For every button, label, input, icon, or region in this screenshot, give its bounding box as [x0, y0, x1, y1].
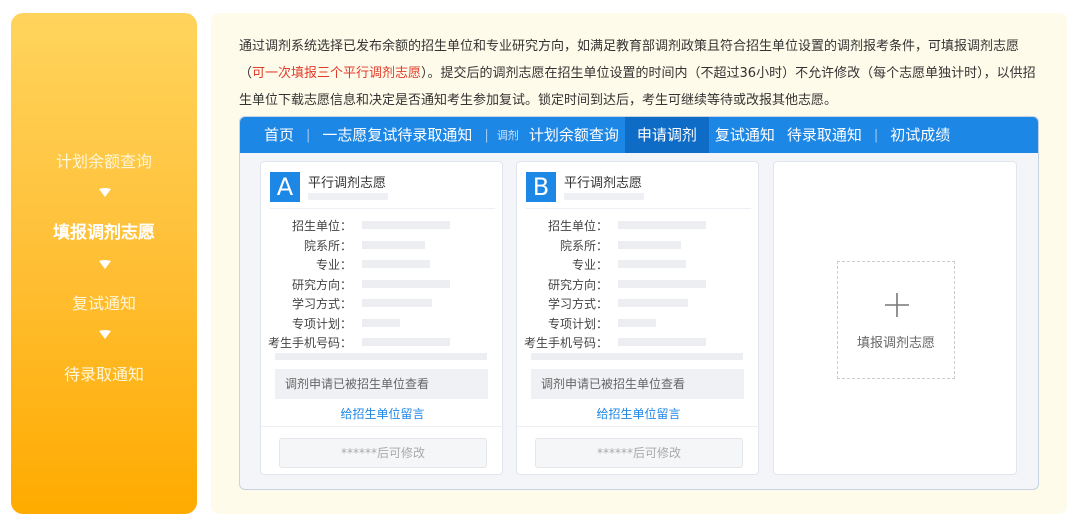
- field-row: 招生单位：: [517, 217, 760, 233]
- divider: [270, 208, 495, 209]
- placeholder-bar: [564, 193, 644, 200]
- field-row: 考生手机号码：: [261, 334, 504, 350]
- field-label: 学习方式：: [547, 297, 608, 311]
- leave-message-link[interactable]: 给招生单位留言: [517, 405, 760, 422]
- field-label: 专业：: [571, 258, 608, 272]
- field-row: 考生手机号码：: [517, 334, 760, 350]
- divider: [526, 208, 751, 209]
- step-retest-notice: 复试通知: [71, 294, 136, 313]
- step-plan-query: 计划余额查询: [55, 152, 152, 171]
- chevron-down-icon: [99, 260, 111, 270]
- viewed-notice: 调剂申请已被招生单位查看: [275, 369, 488, 399]
- nav-separator: |: [873, 127, 879, 143]
- app-window: 首页 | 一志愿复试待录取通知 | 调剂 计划余额查询 申请调剂 复试通知 待录…: [239, 116, 1039, 490]
- field-row: 院系所：: [261, 237, 504, 253]
- card-letter: A: [270, 172, 300, 202]
- nav-apply[interactable]: 申请调剂: [624, 117, 709, 153]
- field-label: 学习方式：: [291, 297, 352, 311]
- chevron-down-icon: [99, 330, 111, 340]
- field-label: 院系所：: [303, 239, 352, 253]
- divider: [517, 426, 760, 427]
- field-row: 专业：: [517, 256, 760, 272]
- placeholder-bar: [618, 221, 706, 229]
- field-row: 专项计划：: [261, 315, 504, 331]
- field-label: 专项计划：: [291, 317, 352, 331]
- nav-tiny-label: 调剂: [496, 129, 519, 142]
- field-row: 招生单位：: [261, 217, 504, 233]
- intro-highlight: 可一次填报三个平行调剂志愿: [252, 66, 422, 81]
- field-row: 研究方向：: [517, 276, 760, 292]
- add-volunteer-button[interactable]: 填报调剂志愿: [837, 261, 955, 379]
- add-volunteer-card: 填报调剂志愿: [773, 161, 1017, 475]
- field-label: 招生单位：: [547, 219, 608, 233]
- placeholder-bar: [618, 338, 706, 346]
- card-title: 平行调剂志愿: [308, 176, 387, 191]
- field-label: 考生手机号码：: [267, 336, 352, 350]
- nav-first-choice[interactable]: 一志愿复试待录取通知: [316, 117, 478, 153]
- placeholder-bar: [362, 338, 450, 346]
- add-volunteer-label: 填报调剂志愿: [856, 336, 935, 351]
- placeholder-bar: [362, 221, 450, 229]
- leave-message-link[interactable]: 给招生单位留言: [261, 405, 504, 422]
- nav-retest[interactable]: 复试通知: [709, 117, 781, 153]
- field-label: 研究方向：: [291, 278, 352, 292]
- divider: [261, 426, 504, 427]
- modify-button[interactable]: ******后可修改: [279, 438, 487, 468]
- modify-button[interactable]: ******后可修改: [535, 438, 743, 468]
- intro-text: 通过调剂系统选择已发布余额的招生单位和专业研究方向，如满足教育部调剂政策且符合招…: [239, 33, 1045, 114]
- placeholder-bar: [618, 241, 681, 249]
- field-label: 专业：: [315, 258, 352, 272]
- card-letter: B: [526, 172, 556, 202]
- field-row: 院系所：: [517, 237, 760, 253]
- nav-separator: |: [306, 127, 311, 143]
- field-label: 专项计划：: [547, 317, 608, 331]
- placeholder-bar: [362, 241, 425, 249]
- placeholder-bar: [618, 280, 706, 288]
- placeholder-bar: [362, 280, 450, 288]
- viewed-notice: 调剂申请已被招生单位查看: [531, 369, 744, 399]
- nav-home[interactable]: 首页: [258, 117, 300, 153]
- placeholder-bar: [618, 299, 688, 307]
- placeholder-bar: [362, 299, 432, 307]
- placeholder-bar: [275, 353, 487, 360]
- step-fill-adjustment: 填报调剂志愿: [53, 223, 155, 243]
- field-row: 研究方向：: [261, 276, 504, 292]
- field-label: 研究方向：: [547, 278, 608, 292]
- volunteer-card-b: B 平行调剂志愿 招生单位： 院系所： 专业： 研究方向： 学习方式： 专项计划…: [516, 161, 760, 475]
- field-row: 学习方式：: [517, 295, 760, 311]
- placeholder-bar: [618, 260, 686, 268]
- field-label: 院系所：: [559, 239, 608, 253]
- nav-scores[interactable]: 初试成绩: [884, 117, 956, 153]
- top-nav: 首页 | 一志愿复试待录取通知 | 调剂 计划余额查询 申请调剂 复试通知 待录…: [240, 117, 1038, 153]
- nav-separator: |: [484, 127, 489, 143]
- placeholder-bar: [308, 193, 388, 200]
- placeholder-bar: [362, 319, 400, 327]
- plus-icon: [884, 292, 910, 318]
- chevron-down-icon: [99, 188, 111, 198]
- field-row: 专项计划：: [517, 315, 760, 331]
- placeholder-bar: [531, 353, 743, 360]
- nav-admission[interactable]: 待录取通知: [781, 117, 868, 153]
- field-label: 考生手机号码：: [523, 336, 608, 350]
- field-label: 招生单位：: [291, 219, 352, 233]
- placeholder-bar: [618, 319, 656, 327]
- volunteer-card-a: A 平行调剂志愿 招生单位： 院系所： 专业： 研究方向： 学习方式： 专项计划…: [260, 161, 504, 475]
- field-row: 学习方式：: [261, 295, 504, 311]
- card-title: 平行调剂志愿: [564, 176, 643, 191]
- field-row: 专业：: [261, 256, 504, 272]
- content-panel: 通过调剂系统选择已发布余额的招生单位和专业研究方向，如满足教育部调剂政策且符合招…: [211, 13, 1067, 514]
- step-panel: 计划余额查询 填报调剂志愿 复试通知 待录取通知: [11, 13, 197, 514]
- step-admission-notice: 待录取通知: [63, 365, 144, 384]
- placeholder-bar: [362, 260, 430, 268]
- nav-plan-query[interactable]: 计划余额查询: [523, 117, 625, 153]
